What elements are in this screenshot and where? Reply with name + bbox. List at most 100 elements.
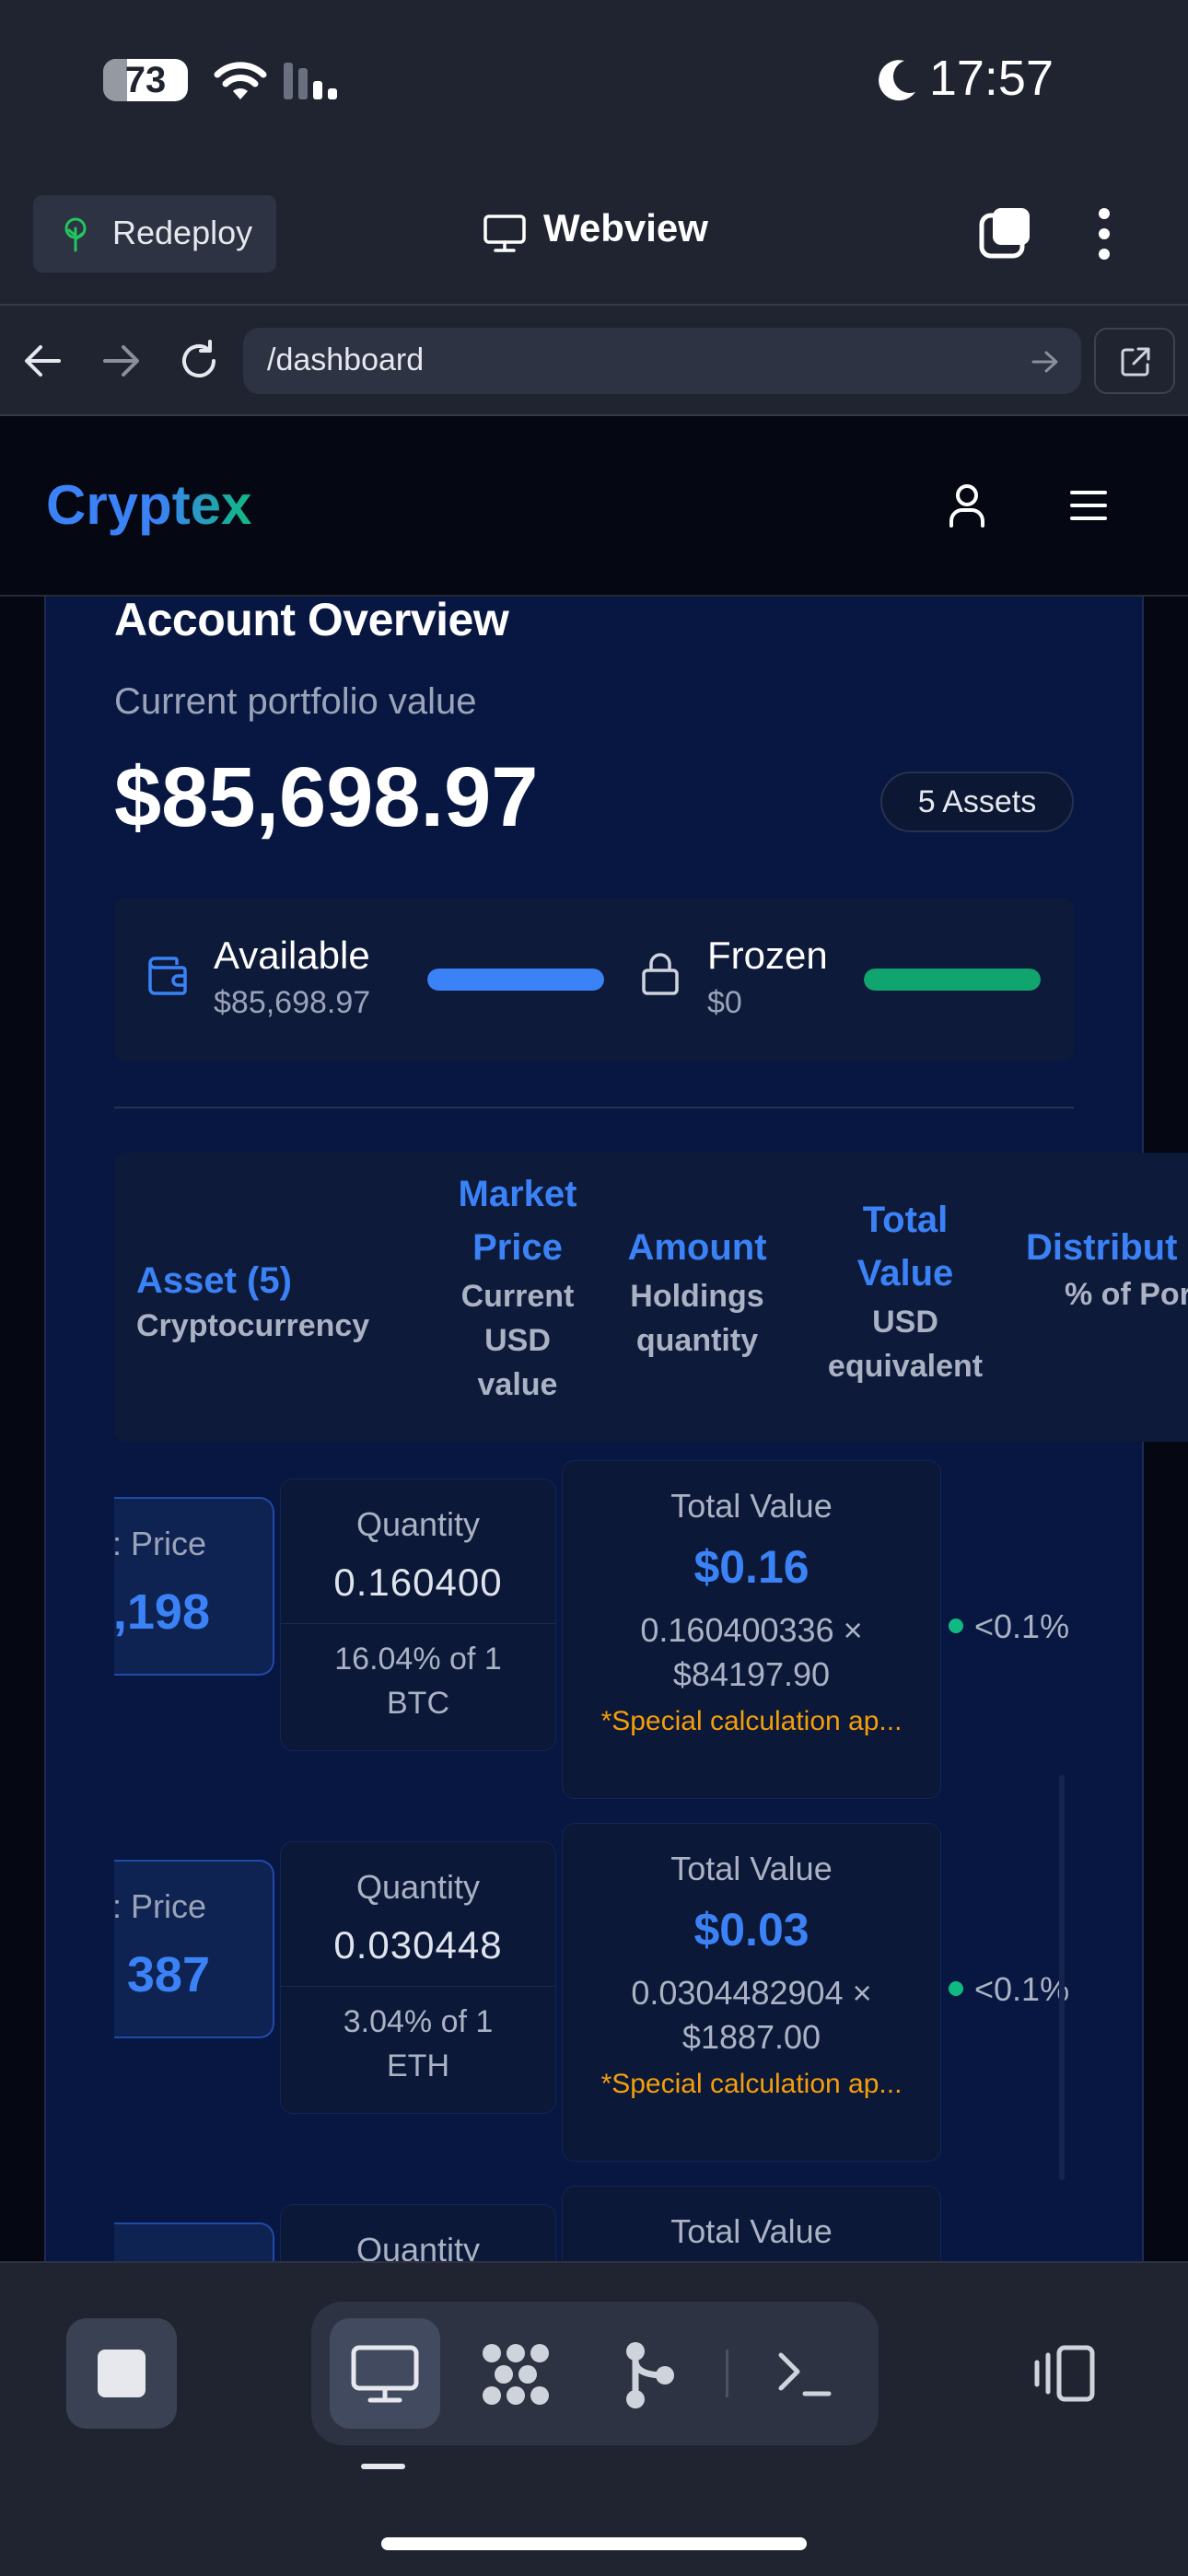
view-switcher	[311, 2302, 879, 2445]
active-tab-indicator	[361, 2464, 405, 2469]
reload-icon[interactable]	[177, 339, 221, 383]
column-distribution-subtitle: % of Portfoli	[1065, 1277, 1188, 1312]
frozen-bar	[864, 969, 1041, 991]
portfolio-value: $85,698.97	[114, 750, 539, 844]
available-bar	[427, 969, 604, 991]
distribution-cell: <0.1%	[949, 1970, 1069, 2009]
table-row[interactable]: : Price ,198 Quantity 0.160400 16.04% of…	[0, 1460, 1188, 1810]
account-overview-title: Account Overview	[114, 597, 509, 645]
quantity-label: Quantity	[355, 1868, 481, 1906]
column-total-value-title: Total Value	[856, 1200, 954, 1294]
column-asset-subtitle: Cryptocurrency	[136, 1308, 370, 1343]
more-vertical-icon[interactable]	[1090, 204, 1118, 263]
status-dot	[949, 1619, 963, 1634]
terminal-icon[interactable]	[777, 2350, 833, 2399]
hamburger-menu-icon[interactable]	[1068, 488, 1109, 523]
divider	[726, 2350, 728, 2397]
frozen-bar-fill	[864, 969, 1041, 991]
price-label: : Price	[114, 1887, 206, 1925]
distribution-cell: <0.1%	[949, 1607, 1069, 1646]
available-bar-fill	[427, 969, 604, 991]
price-value: 387	[126, 1947, 210, 2002]
total-value-label: Total Value	[670, 1487, 833, 1525]
price-card: : Price 387	[114, 1860, 274, 2038]
brand-logo[interactable]: Cryptex	[46, 473, 251, 537]
go-arrow-icon[interactable]	[1031, 350, 1059, 374]
table-scrollbar[interactable]	[1059, 1775, 1065, 2180]
available-amount: $85,698.97	[214, 985, 371, 1020]
user-icon[interactable]	[947, 482, 987, 528]
cellular-signal-icon	[284, 63, 337, 99]
url-field[interactable]: /dashboard	[243, 328, 1081, 394]
price-card: : Price ,198	[114, 1497, 274, 1676]
frozen-amount: $0	[707, 985, 742, 1020]
column-market-price[interactable]: Market Price Current USD value	[425, 1167, 610, 1407]
column-amount-subtitle: Holdings quantity	[630, 1279, 764, 1358]
special-calculation-note: *Special calculation ap...	[600, 2069, 903, 2099]
total-value-label: Total Value	[670, 1850, 833, 1887]
quantity-label: Quantity	[355, 2231, 481, 2261]
column-amount[interactable]: Amount Holdings quantity	[600, 1221, 794, 1363]
distribution-value: <0.1%	[974, 1607, 1070, 1645]
lock-icon	[642, 953, 679, 995]
quantity-card: Quantity	[280, 2204, 556, 2261]
available-label: Available	[214, 934, 370, 977]
quantity-value: 0.160400	[333, 1561, 503, 1604]
quantity-percent: 16.04% of 1 BTC	[334, 1642, 502, 1721]
home-indicator[interactable]	[381, 2537, 807, 2550]
wallet-icon	[148, 957, 187, 995]
tree-icon	[64, 217, 87, 252]
battery-indicator: 73	[103, 59, 188, 101]
forward-arrow-icon[interactable]	[101, 342, 142, 379]
distribution-value: <0.1%	[974, 1970, 1070, 2008]
clock-time: 17:57	[928, 51, 1054, 106]
branch-icon[interactable]	[623, 2340, 678, 2410]
moon-icon	[879, 60, 915, 101]
total-value-amount: $0.03	[693, 1904, 809, 1955]
redeploy-label: Redeploy	[112, 214, 253, 251]
column-total-value-subtitle: USD equivalent	[827, 1305, 984, 1384]
frozen-label: Frozen	[707, 934, 828, 977]
open-external-button[interactable]	[1094, 328, 1175, 394]
table-row[interactable]: Quantity Total Value	[0, 2186, 1188, 2261]
dashboard-content: Account Overview Current portfolio value…	[0, 597, 1188, 2261]
column-distribution-title: Distribut	[1026, 1227, 1178, 1268]
column-distribution[interactable]: Distribut % of Portfoli	[1026, 1221, 1188, 1315]
column-amount-title: Amount	[627, 1227, 767, 1268]
table-row[interactable]: : Price 387 Quantity 0.030448 3.04% of 1…	[0, 1823, 1188, 2173]
price-label: : Price	[114, 1525, 206, 1562]
portfolio-value-label: Current portfolio value	[114, 681, 477, 722]
panel-toggle-icon[interactable]	[1031, 2342, 1098, 2405]
assets-table-header: Asset (5) Cryptocurrency Market Price Cu…	[114, 1153, 1188, 1442]
url-text: /dashboard	[267, 342, 425, 377]
column-market-price-subtitle: Current USD value	[460, 1279, 575, 1402]
wifi-icon	[214, 62, 267, 99]
tabs-icon[interactable]	[978, 204, 1035, 261]
status-bar: 73 17:57	[0, 0, 1188, 166]
section-divider	[114, 1107, 1074, 1108]
quantity-label: Quantity	[355, 1505, 481, 1543]
status-dot	[949, 1981, 963, 1997]
column-asset[interactable]: Asset (5) Cryptocurrency	[136, 1254, 413, 1344]
total-value-card: Total Value $0.03 0.0304482904 × $1887.0…	[562, 1823, 941, 2162]
balances-panel: Available $85,698.97 Frozen $0	[114, 899, 1074, 1061]
total-value-card: Total Value $0.16 0.160400336 × $84197.9…	[562, 1460, 941, 1799]
desktop-icon[interactable]	[350, 2344, 420, 2405]
quantity-value: 0.030448	[333, 1923, 503, 1967]
webview-title: Webview	[543, 206, 708, 249]
stop-button[interactable]	[66, 2318, 177, 2429]
monitor-icon	[483, 215, 526, 252]
total-value-calculation: 0.0304482904 × $1887.00	[631, 1974, 872, 2056]
price-value: ,198	[114, 1584, 210, 1640]
total-value-label: Total Value	[670, 2212, 833, 2250]
total-value-amount: $0.16	[693, 1541, 809, 1593]
redeploy-button[interactable]: Redeploy	[33, 195, 276, 273]
price-card	[114, 2222, 274, 2261]
dots-grid-icon[interactable]	[479, 2340, 553, 2408]
column-total-value[interactable]: Total Value USD equivalent	[799, 1193, 1011, 1388]
stop-icon	[98, 2350, 146, 2397]
quantity-card: Quantity 0.160400 16.04% of 1 BTC	[280, 1479, 556, 1751]
back-arrow-icon[interactable]	[22, 342, 63, 379]
quantity-card: Quantity 0.030448 3.04% of 1 ETH	[280, 1841, 556, 2114]
column-market-price-title: Market Price	[458, 1174, 577, 1268]
